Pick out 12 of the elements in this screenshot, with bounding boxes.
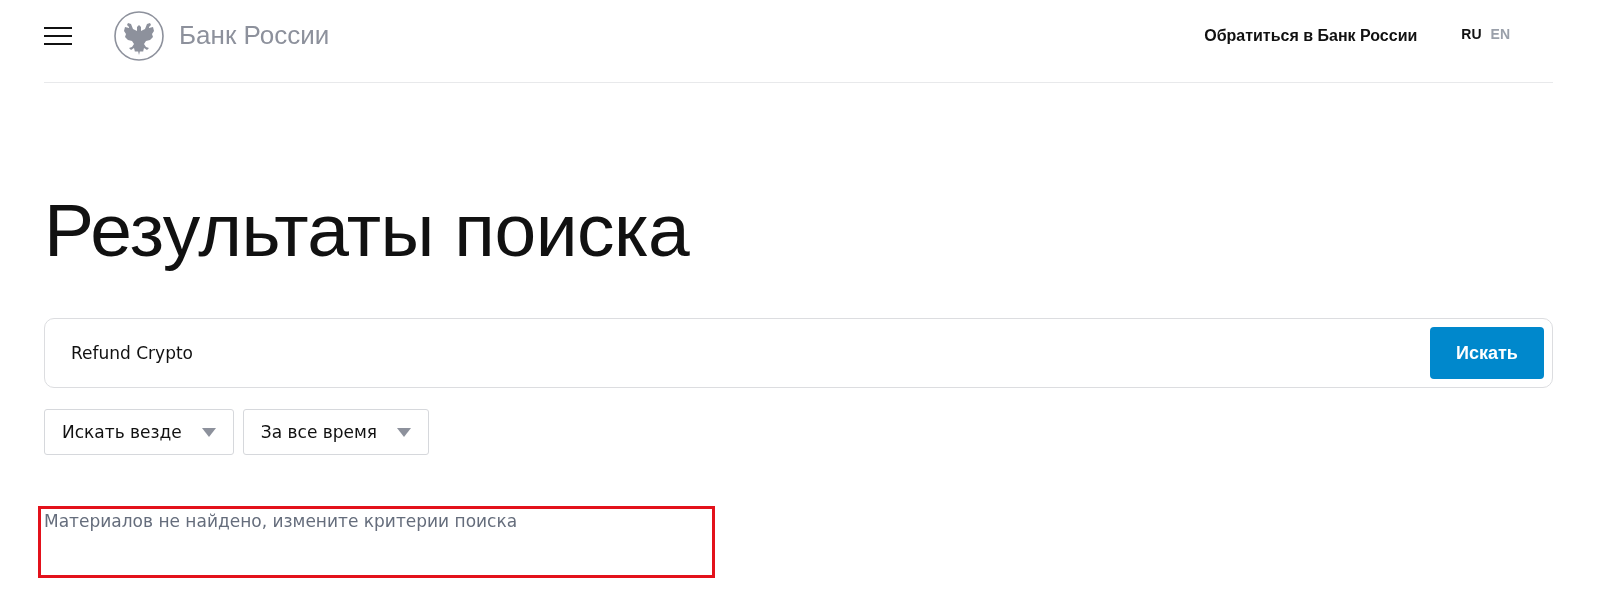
- caret-icon: [201, 427, 216, 437]
- search-button[interactable]: Искать: [1430, 327, 1544, 379]
- language-link[interactable]: RU: [1461, 25, 1482, 42]
- filter-dropdown[interactable]: Искать везде: [44, 409, 234, 455]
- search-field[interactable]: Refund Crypto Искать: [44, 318, 1553, 388]
- search-value: Refund Crypto: [71, 343, 193, 363]
- caret-icon: [397, 427, 412, 437]
- filter-dropdown[interactable]: За все время: [242, 409, 430, 455]
- eagle-emblem-icon: [114, 10, 164, 61]
- contact-link[interactable]: Обратиться в Банк России: [1204, 26, 1418, 45]
- no-results-message: Материалов не найдено, измените критерии поиска: [44, 511, 519, 532]
- menu-icon[interactable]: [44, 26, 72, 45]
